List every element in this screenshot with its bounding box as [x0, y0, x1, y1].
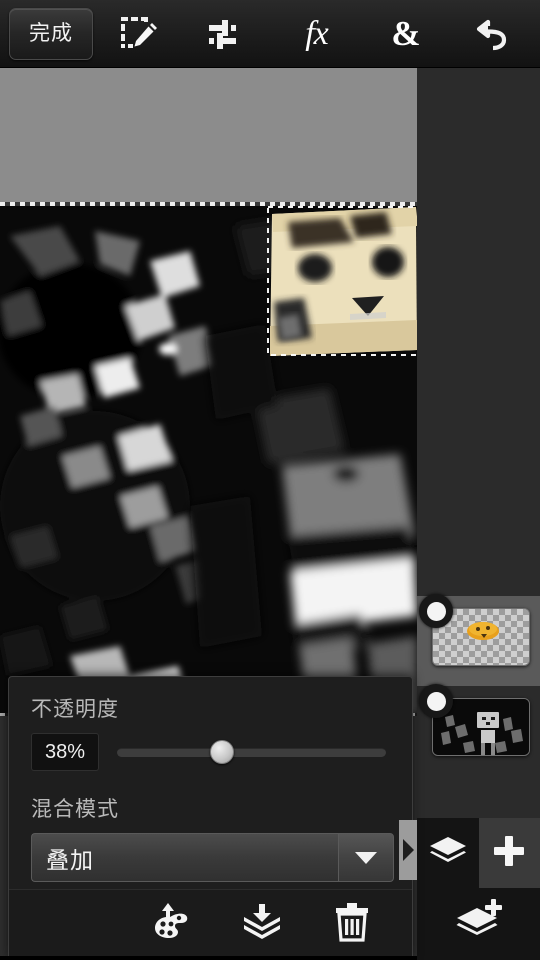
tool-effects[interactable]: fx — [272, 0, 361, 68]
opacity-slider[interactable] — [117, 733, 394, 771]
merge-down-button[interactable] — [240, 903, 284, 947]
layer-item-photo[interactable] — [417, 684, 540, 776]
palette-upload-icon — [152, 902, 192, 947]
merge-down-icon — [241, 901, 283, 948]
top-toolbar: 完成 fx & — [0, 0, 540, 68]
artwork-painting — [0, 206, 417, 716]
visibility-dot-icon — [426, 691, 446, 711]
undo-arrow-icon — [475, 14, 515, 54]
layer-visibility-toggle-photo[interactable] — [419, 684, 453, 718]
layers-rail — [417, 68, 540, 960]
slider-thumb[interactable] — [210, 740, 235, 764]
add-layer-button[interactable] — [417, 888, 540, 960]
layers-rail-buttons — [417, 818, 540, 960]
layer-item-sticker[interactable] — [417, 594, 540, 686]
blend-mode-control[interactable]: 叠加 — [31, 833, 394, 882]
done-button[interactable]: 完成 — [9, 7, 93, 60]
tool-ampersand[interactable]: & — [361, 0, 450, 68]
editor-screen: 完成 fx & 不透明度 38% 混合模式 叠加 — [0, 0, 540, 960]
canvas-artwork[interactable] — [0, 206, 417, 716]
opacity-control: 38% — [31, 733, 394, 771]
tool-undo[interactable] — [451, 0, 540, 68]
layers-panel-button[interactable] — [417, 818, 479, 888]
system-bar — [0, 956, 417, 960]
tool-adjust[interactable] — [182, 0, 271, 68]
layer-properties-panel: 不透明度 38% 混合模式 叠加 — [8, 676, 413, 960]
visibility-dot-icon — [426, 601, 446, 621]
canvas-top-band — [0, 68, 417, 206]
save-to-palette-button[interactable] — [150, 903, 194, 947]
add-button[interactable] — [478, 818, 540, 888]
trash-icon — [332, 902, 372, 947]
selection-pencil-icon — [118, 14, 158, 54]
fx-icon: fx — [305, 14, 329, 52]
chevron-down-icon — [355, 851, 377, 864]
tool-select-edit[interactable] — [93, 0, 182, 68]
chevron-right-icon — [402, 839, 414, 861]
sliders-icon — [207, 14, 247, 54]
layer-action-bar — [9, 889, 412, 959]
layer-visibility-toggle-sticker[interactable] — [419, 594, 453, 628]
ampersand-icon: & — [391, 13, 421, 53]
slider-track — [117, 748, 386, 757]
blend-mode-dropdown-button[interactable] — [338, 833, 394, 882]
panel-collapse-handle[interactable] — [399, 820, 417, 880]
blend-mode-label: 混合模式 — [31, 798, 119, 821]
layers-plus-icon — [453, 896, 505, 953]
opacity-label: 不透明度 — [31, 698, 119, 721]
blend-mode-value[interactable]: 叠加 — [31, 833, 338, 882]
plus-icon — [489, 831, 529, 876]
layer-list — [417, 68, 540, 886]
layers-icon — [426, 829, 470, 878]
opacity-value[interactable]: 38% — [31, 733, 99, 771]
delete-layer-button[interactable] — [330, 903, 374, 947]
